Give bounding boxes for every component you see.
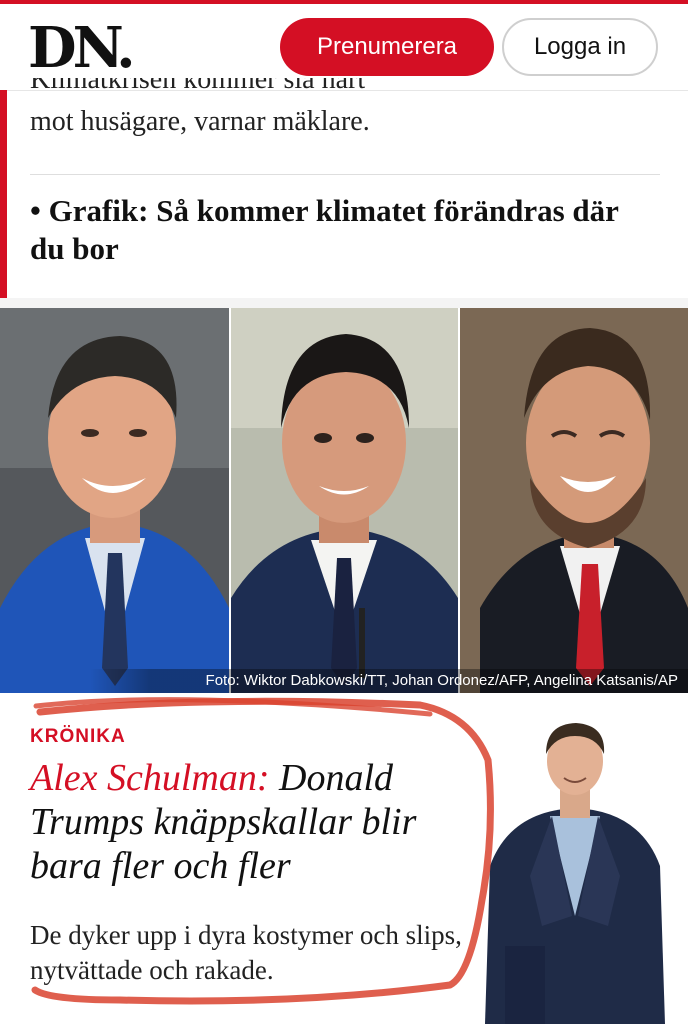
columnist-avatar [480,716,670,1024]
subscribe-button[interactable]: Prenumerera [280,18,494,76]
section-gap [0,298,688,308]
divider [30,174,660,175]
dn-logo[interactable]: DN. [28,16,136,80]
portrait-photo-2 [231,308,458,693]
article-author: Alex Schulman: [30,757,270,799]
portrait-photo-1 [0,308,229,693]
portrait-photo-3 [460,308,688,693]
related-link-climate-graphic[interactable]: • Grafik: Så kommer klimatet förändras d… [30,192,660,268]
related-link-climate-brokers[interactable]: mot husägare, varnar mäklare. [30,104,660,140]
photo-credit: Foto: Wiktor Dabkowski/TT, Johan Ordonez… [90,669,688,693]
related-links-accent-bar [0,90,7,298]
article-kicker: KRÖNIKA [30,726,126,747]
article-headline[interactable]: Alex Schulman: Donald Trumps knäppskalla… [30,756,470,888]
article-lead: De dyker upp i dyra kostymer och slips, … [30,920,462,985]
related-link-partial: Klimatkrisen kommer slå hårt [30,78,470,92]
article-photo-collage[interactable]: Foto: Wiktor Dabkowski/TT, Johan Ordonez… [0,308,688,693]
login-button[interactable]: Logga in [502,18,658,76]
